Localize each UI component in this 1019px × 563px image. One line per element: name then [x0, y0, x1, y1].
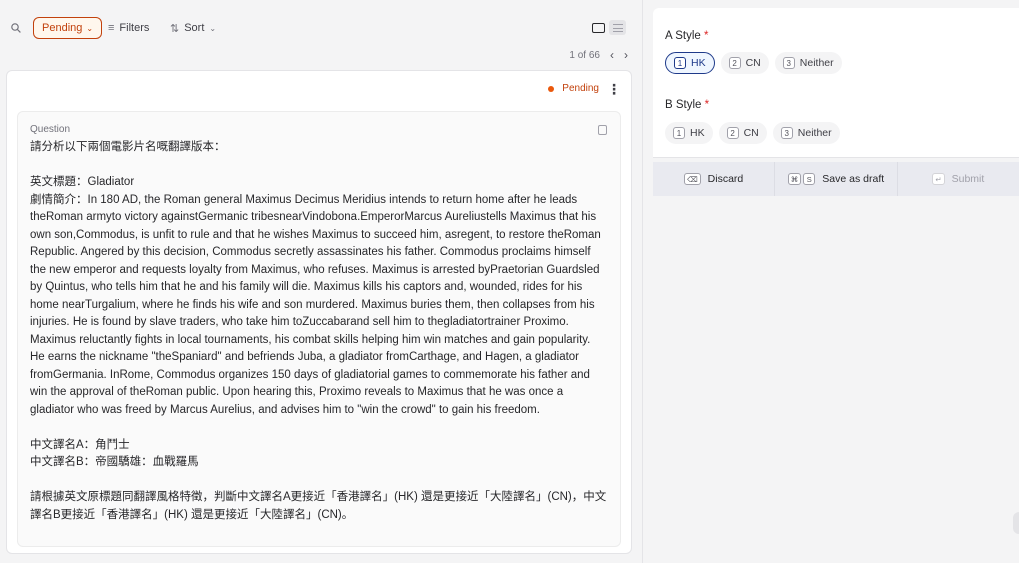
- shortcut-key: 3: [780, 127, 793, 139]
- a-style-label-text: A Style: [665, 30, 701, 42]
- copy-icon[interactable]: [598, 125, 607, 135]
- option-label: Neither: [797, 127, 832, 139]
- square-icon: [592, 22, 605, 33]
- save-draft-button[interactable]: ⌘ S Save as draft: [775, 162, 898, 196]
- app-root: Pending ⌄ ≡ Filters ⇅ Sort ⌄ 1 of 66 ‹ ›…: [0, 0, 1019, 563]
- enter-key-icon: ↵: [932, 173, 945, 185]
- backspace-key-icon: ⌫: [684, 173, 701, 185]
- status-filter-label: Pending: [42, 22, 83, 34]
- status-badge: Pending: [562, 83, 599, 94]
- more-options-icon[interactable]: ⋮: [607, 82, 621, 96]
- shortcut-key: 1: [673, 127, 685, 139]
- chevron-down-icon: ⌄: [86, 23, 94, 33]
- pager: 1 of 66 ‹ ›: [569, 48, 628, 62]
- status-filter-button[interactable]: Pending ⌄: [33, 17, 103, 39]
- discard-button[interactable]: ⌫ Discard: [653, 162, 776, 196]
- a-style-options: 1 HK 2 CN 3 Neither: [665, 52, 842, 74]
- annotation-form: A Style * 1 HK 2 CN 3 Neither B Style * …: [653, 8, 1019, 158]
- sort-icon: ⇅: [170, 22, 180, 35]
- shortcut-key: 2: [728, 57, 741, 69]
- option-label: Neither: [799, 57, 834, 69]
- question-label: Question: [30, 124, 71, 135]
- shortcut-key: 2: [726, 127, 739, 139]
- sort-label: Sort: [184, 22, 205, 34]
- required-mark: *: [704, 99, 710, 111]
- next-page-button[interactable]: ›: [624, 48, 628, 62]
- task-pane: Pending ⌄ ≡ Filters ⇅ Sort ⌄ 1 of 66 ‹ ›…: [0, 0, 638, 563]
- panel-handle[interactable]: [1013, 512, 1019, 534]
- single-view-button[interactable]: [590, 20, 607, 35]
- question-box: Question 請分析以下兩個電影片名嘅翻譯版本： 英文標題：Gladiato…: [17, 111, 621, 547]
- search-icon[interactable]: [11, 23, 21, 33]
- discard-label: Discard: [707, 173, 744, 185]
- b-style-option-neither[interactable]: 3 Neither: [772, 122, 840, 144]
- annotation-pane: A Style * 1 HK 2 CN 3 Neither B Style * …: [643, 0, 1019, 563]
- chevron-down-icon: ⌄: [209, 23, 217, 33]
- submit-button[interactable]: ↵ Submit: [898, 162, 1019, 196]
- option-label: CN: [745, 57, 761, 69]
- task-card: Pending ⋮ Question 請分析以下兩個電影片名嘅翻譯版本： 英文標…: [6, 70, 632, 554]
- a-style-option-neither[interactable]: 3 Neither: [774, 52, 842, 74]
- submit-label: Submit: [951, 173, 985, 185]
- b-style-option-cn[interactable]: 2 CN: [718, 122, 767, 144]
- pager-count: 1 of 66: [569, 49, 600, 61]
- shortcut-key: 1: [674, 57, 686, 69]
- sort-button[interactable]: ⇅ Sort ⌄: [170, 17, 216, 39]
- required-mark: *: [704, 30, 709, 42]
- shortcut-key: 3: [782, 57, 795, 69]
- shortcut-keys: ⌘ S: [787, 173, 816, 185]
- command-key-icon: ⌘: [787, 173, 802, 185]
- b-style-option-hk[interactable]: 1 HK: [665, 122, 713, 144]
- b-style-label: B Style *: [665, 99, 709, 111]
- filters-button[interactable]: ≡ Filters: [108, 17, 149, 39]
- prev-page-button[interactable]: ‹: [610, 48, 614, 62]
- save-draft-label: Save as draft: [822, 173, 885, 185]
- a-style-option-cn[interactable]: 2 CN: [720, 52, 769, 74]
- b-style-options: 1 HK 2 CN 3 Neither: [665, 122, 840, 144]
- option-label: CN: [743, 127, 759, 139]
- view-toggle: [590, 20, 626, 35]
- action-bar: ⌫ Discard ⌘ S Save as draft ↵ Submit: [653, 162, 1019, 196]
- a-style-label: A Style *: [665, 30, 709, 42]
- list-view-button[interactable]: [609, 20, 626, 35]
- option-label: HK: [690, 127, 705, 139]
- b-style-label-text: B Style: [665, 99, 702, 111]
- filter-icon: ≡: [108, 22, 115, 34]
- option-label: HK: [691, 57, 706, 69]
- status-dot-icon: [548, 85, 555, 92]
- filters-label: Filters: [119, 22, 150, 34]
- list-icon: [612, 23, 623, 32]
- question-text: 請分析以下兩個電影片名嘅翻譯版本： 英文標題：Gladiator 劇情簡介：In…: [30, 141, 607, 521]
- toolbar: Pending ⌄ ≡ Filters ⇅ Sort ⌄: [0, 0, 638, 44]
- s-key-icon: S: [803, 173, 816, 185]
- status-row: Pending ⋮: [548, 82, 621, 96]
- a-style-option-hk[interactable]: 1 HK: [665, 52, 715, 74]
